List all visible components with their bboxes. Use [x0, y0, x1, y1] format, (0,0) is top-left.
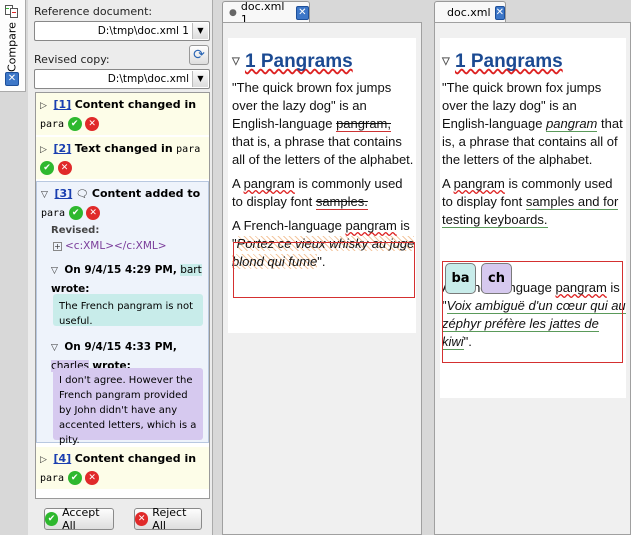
- right-editor: doc.xml ✕ ▽ 1 Pangrams "The quick brown …: [434, 0, 631, 535]
- comment-date: On 9/4/15 4:33 PM,: [64, 341, 177, 353]
- change-tag: para: [40, 119, 65, 130]
- change-highlight-box: [442, 261, 623, 363]
- change-text: Content changed in: [74, 98, 197, 111]
- reference-combo[interactable]: D:\tmp\doc.xml 1 ▼: [34, 21, 210, 41]
- reject-all-label: Reject All: [152, 506, 187, 532]
- change-item[interactable]: ▷ [1] Content changed in para ✔ ✕: [36, 93, 209, 135]
- comment-icon: 🗨: [75, 189, 89, 200]
- comment-date: On 9/4/15 4:29 PM,: [64, 264, 177, 276]
- accept-all-label: Accept All: [62, 506, 100, 532]
- paragraph-1: "The quick brown fox jumps over the lazy…: [442, 80, 623, 167]
- change-number[interactable]: [3]: [55, 187, 73, 200]
- change-item[interactable]: ▷ [2] Text changed in para ✔ ✕: [36, 137, 209, 179]
- close-icon[interactable]: ✕: [494, 5, 505, 20]
- accept-icon[interactable]: ✔: [67, 471, 82, 485]
- change-tag: para: [40, 473, 65, 484]
- change-text: Text changed in: [74, 142, 173, 155]
- expand-icon[interactable]: ▷: [40, 451, 50, 469]
- compare-icon: [5, 5, 19, 19]
- paragraph-1: "The quick brown fox jumps over the lazy…: [232, 80, 414, 167]
- section-heading: ▽ 1 Pangrams: [232, 50, 416, 74]
- accept-all-button[interactable]: ✔ Accept All: [44, 506, 114, 532]
- section-heading: ▽ 1 Pangrams: [442, 50, 626, 74]
- paragraph-2: A pangram is commonly used to display fo…: [232, 176, 403, 210]
- change-tag: para: [41, 208, 66, 219]
- tab-doc-xml[interactable]: doc.xml ✕: [434, 1, 506, 23]
- compare-tab-label: Compare: [5, 22, 19, 72]
- reject-icon[interactable]: ✕: [86, 206, 101, 220]
- change-item-selected[interactable]: ▽ [3] 🗨 Content added to para ✔ ✕ Revise…: [36, 181, 209, 446]
- change-number[interactable]: [2]: [54, 142, 72, 155]
- heading-text: 1 Pangrams: [244, 51, 353, 72]
- revised-xml[interactable]: + <c:XML></c:XML>: [53, 237, 167, 255]
- editor-pane: ▽ 1 Pangrams "The quick brown fox jumps …: [222, 22, 422, 535]
- paragraph-2: A pangram is commonly used to display fo…: [442, 176, 619, 228]
- editor-pane: ▽ 1 Pangrams "The quick brown fox jumps …: [434, 22, 631, 535]
- reject-all-button[interactable]: ✕ Reject All: [134, 506, 202, 532]
- accept-icon[interactable]: ✔: [67, 117, 82, 131]
- reject-icon[interactable]: ✕: [57, 161, 72, 175]
- reject-icon[interactable]: ✕: [85, 117, 100, 131]
- collapse-icon[interactable]: ▽: [232, 56, 240, 67]
- change-text: Content added to: [91, 187, 201, 200]
- modified-dot-icon: ●: [229, 7, 237, 18]
- comment-author: bart: [180, 264, 202, 276]
- expand-icon[interactable]: ▷: [40, 97, 50, 115]
- close-icon[interactable]: ✕: [295, 5, 309, 20]
- revised-xml-text: <c:XML></c:XML>: [65, 240, 167, 252]
- compare-side-tab[interactable]: Compare ✕: [0, 0, 26, 92]
- reject-icon: ✕: [135, 512, 149, 526]
- left-editor: ● doc.xml 1 ✕ ▽ 1 Pangrams "The quick br…: [222, 0, 422, 535]
- revised-label: Revised copy:: [34, 53, 110, 66]
- expand-icon[interactable]: ▷: [40, 141, 50, 159]
- collapse-icon[interactable]: ▽: [51, 262, 61, 280]
- change-highlight-box: [233, 242, 415, 298]
- revised-combo[interactable]: D:\tmp\doc.xml ▼: [34, 69, 210, 89]
- reference-value: D:\tmp\doc.xml 1: [97, 25, 189, 37]
- change-number[interactable]: [4]: [54, 452, 72, 465]
- reject-icon[interactable]: ✕: [85, 471, 100, 485]
- collapse-icon[interactable]: ▽: [442, 56, 450, 67]
- compare-panel: Reference document: D:\tmp\doc.xml 1 ▼ ⟳…: [28, 0, 213, 535]
- chevron-down-icon[interactable]: ▼: [192, 71, 208, 87]
- tab-label: doc.xml: [447, 6, 491, 19]
- change-item[interactable]: ▷ [4] Content changed in para ✔ ✕: [36, 447, 209, 489]
- change-number[interactable]: [1]: [54, 98, 72, 111]
- expand-plus-icon[interactable]: +: [53, 242, 62, 251]
- change-text: Content changed in: [74, 452, 197, 465]
- splitter[interactable]: [214, 0, 222, 535]
- heading-text: 1 Pangrams: [454, 51, 563, 72]
- accept-icon: ✔: [45, 512, 59, 526]
- tab-doc-xml-1[interactable]: ● doc.xml 1 ✕: [222, 0, 310, 26]
- reference-label: Reference document:: [34, 5, 153, 18]
- close-icon[interactable]: ✕: [5, 72, 19, 86]
- collapse-icon[interactable]: ▽: [51, 339, 61, 357]
- accept-icon[interactable]: ✔: [40, 161, 54, 175]
- collapse-icon[interactable]: ▽: [41, 186, 51, 204]
- accept-icon[interactable]: ✔: [68, 206, 83, 220]
- comment-body: The French pangram is not useful.: [53, 294, 203, 327]
- revised-value: D:\tmp\doc.xml: [107, 73, 189, 85]
- changes-list: ▷ [1] Content changed in para ✔ ✕ ▷ [2] …: [35, 92, 210, 499]
- splitter[interactable]: [422, 0, 434, 535]
- comment-header-1: ▽ On 9/4/15 4:29 PM, bart wrote:: [51, 261, 202, 298]
- refresh-icon[interactable]: ⟳: [189, 45, 209, 65]
- change-tag: para: [176, 144, 201, 155]
- comment-body: I don't agree. However the French pangra…: [53, 368, 203, 446]
- chevron-down-icon[interactable]: ▼: [192, 23, 208, 39]
- document-content: ▽ 1 Pangrams "The quick brown fox jumps …: [232, 50, 416, 271]
